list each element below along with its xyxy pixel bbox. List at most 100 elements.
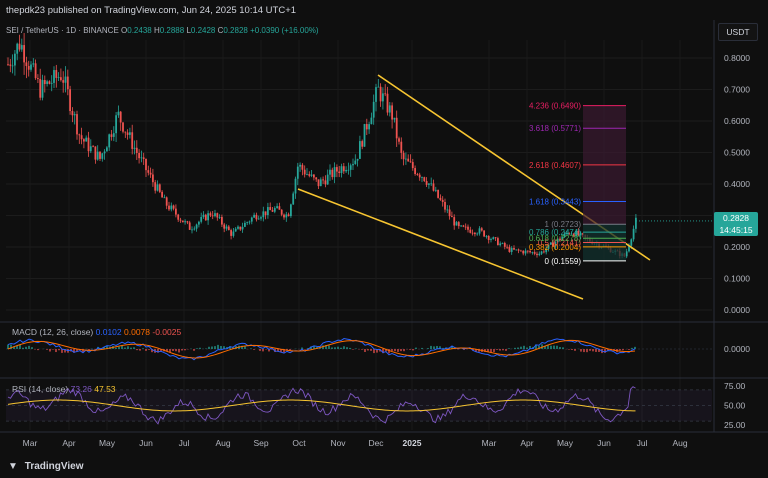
candle-body: [71, 111, 74, 116]
candle-body: [287, 214, 290, 217]
candle-body: [510, 248, 513, 252]
candle-body: [138, 152, 140, 159]
price-tick-label: 0.2000: [724, 242, 750, 252]
candle-body: [476, 233, 479, 235]
candle-body: [538, 253, 541, 256]
candle-body: [377, 86, 380, 88]
candle-body: [384, 93, 387, 95]
macd-histogram-bar: [193, 349, 195, 351]
candle-body: [338, 171, 341, 174]
rsi-tick-label: 50.00: [724, 401, 746, 411]
candle-body: [508, 246, 511, 252]
candle-body: [255, 214, 258, 220]
candle-body: [324, 180, 327, 185]
rsi-title: RSI (14, close): [12, 384, 69, 394]
candle-body: [453, 217, 456, 226]
candle-body: [223, 224, 226, 229]
candle-body: [421, 177, 423, 178]
candle-body: [32, 63, 35, 65]
candle-body: [11, 65, 14, 67]
candle-body: [271, 210, 274, 212]
macd-histogram-bar: [58, 349, 60, 351]
candle-body: [232, 231, 235, 236]
chart-canvas[interactable]: 0.00000.10000.20000.30000.40000.50000.60…: [0, 0, 768, 478]
macd-histogram-bar: [343, 346, 345, 349]
candle-body: [326, 174, 329, 185]
candle-body: [115, 115, 117, 134]
candle-body: [103, 151, 106, 154]
macd-histogram-bar: [421, 347, 423, 349]
candle-body: [301, 164, 304, 170]
candle-body: [356, 158, 359, 161]
candle-body: [515, 249, 518, 251]
macd-histogram-bar: [148, 349, 150, 350]
candle-body: [365, 124, 368, 130]
candle-body: [108, 134, 111, 148]
macd-histogram-bar: [589, 349, 591, 351]
macd-histogram-bar: [394, 349, 396, 352]
candle-body: [446, 209, 449, 211]
candle-body: [490, 239, 492, 241]
candle-body: [480, 228, 483, 231]
candle-body: [126, 132, 129, 135]
candle-body: [499, 243, 502, 246]
last-price-tag: 0.2828 14:45:15: [714, 212, 758, 236]
candle-body: [460, 225, 462, 227]
candle-body: [478, 228, 481, 234]
macd-histogram-bar: [184, 349, 186, 351]
fib-level-label: 4.236 (0.6490): [529, 102, 581, 111]
macd-legend[interactable]: MACD (12, 26, close) 0.0102 0.0078 -0.00…: [12, 327, 181, 337]
macd-histogram-bar: [220, 345, 222, 349]
macd-histogram-bar: [595, 349, 597, 352]
candle-body: [336, 167, 338, 172]
tradingview-logo[interactable]: ▼ TradingView: [8, 461, 84, 472]
candle-body: [193, 228, 196, 230]
candle-body: [448, 209, 451, 217]
candle-body: [69, 89, 71, 112]
macd-histogram-bar: [217, 344, 219, 349]
candle-body: [393, 117, 396, 120]
candle-body: [195, 224, 198, 229]
candle-body: [85, 137, 88, 142]
macd-histogram-bar: [367, 349, 369, 351]
candle-body: [517, 249, 520, 251]
candle-body: [87, 137, 90, 152]
macd-histogram-bar: [214, 346, 216, 349]
x-tick-label: Oct: [292, 438, 306, 448]
candle-body: [273, 208, 276, 212]
candle-body: [80, 135, 83, 140]
candle-body: [237, 226, 239, 229]
x-tick-label: May: [99, 438, 116, 448]
candle-body: [200, 216, 203, 222]
macd-histogram-bar: [559, 347, 561, 349]
candle-body: [285, 214, 288, 218]
macd-histogram-bar: [253, 349, 255, 350]
candle-body: [43, 80, 46, 84]
candle-body: [41, 80, 44, 98]
candle-body: [122, 122, 124, 132]
rsi-legend[interactable]: RSI (14, close) 73.26 47.53: [12, 384, 116, 394]
candle-body: [154, 182, 157, 191]
candle-body: [170, 205, 173, 210]
candle-body: [55, 70, 58, 78]
candle-body: [264, 211, 267, 216]
x-tick-label: Nov: [330, 438, 346, 448]
candle-body: [46, 81, 48, 84]
candle-body: [227, 226, 230, 231]
x-tick-label: 2025: [403, 438, 422, 448]
macd-histogram-bar: [115, 347, 117, 349]
candle-body: [34, 63, 37, 79]
candle-body: [16, 43, 19, 54]
x-tick-label: Jul: [179, 438, 190, 448]
candle-body: [303, 169, 306, 175]
candle-body: [372, 101, 375, 118]
x-tick-label: Aug: [215, 438, 230, 448]
candle-body: [317, 179, 320, 187]
candle-body: [407, 158, 410, 162]
macd-hist-value: -0.0025: [152, 327, 182, 337]
macd-histogram-bar: [415, 347, 417, 349]
candle-body: [630, 239, 633, 246]
macd-histogram-bar: [178, 349, 180, 353]
candle-body: [248, 221, 251, 223]
macd-histogram-bar: [37, 349, 39, 351]
